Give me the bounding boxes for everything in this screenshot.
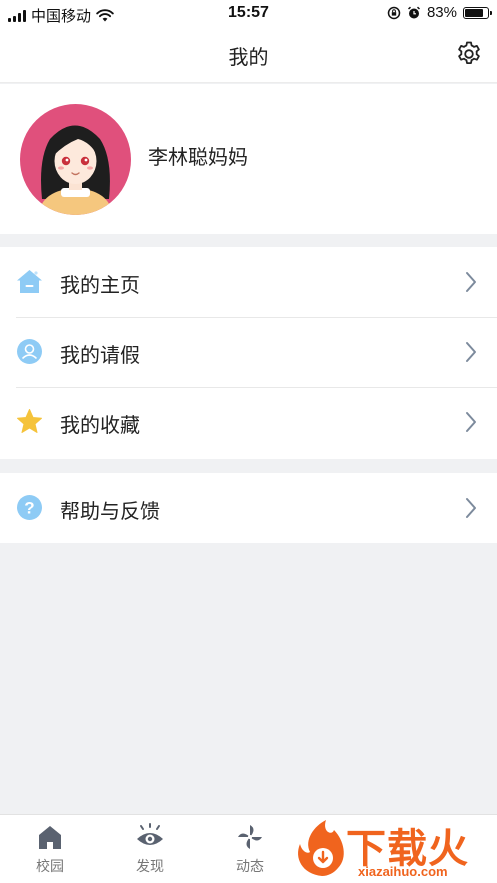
menu-label: 我的请假 <box>60 345 140 367</box>
menu-label: 帮助与反馈 <box>60 501 160 523</box>
alarm-icon <box>407 6 420 18</box>
avatar[interactable] <box>20 104 131 215</box>
campus-icon <box>39 826 61 849</box>
leave-icon <box>17 339 42 364</box>
menu-group-main: 我的主页 我的请假 我的收藏 <box>0 247 497 459</box>
menu-item-favorites[interactable]: 我的收藏 <box>0 387 497 457</box>
menu-item-homepage[interactable]: 我的主页 <box>0 247 497 317</box>
chevron-right-icon <box>466 498 476 518</box>
profile-name: 李林聪妈妈 <box>148 147 248 169</box>
tab-label: 校园 <box>36 858 64 874</box>
menu-label: 我的主页 <box>60 275 140 297</box>
tab-discover[interactable]: 发现 <box>120 823 180 876</box>
tab-label: 发现 <box>136 858 164 874</box>
page-title: 我的 <box>228 47 269 69</box>
flame-logo-icon <box>298 820 344 876</box>
menu-group-help: ? 帮助与反馈 <box>0 473 497 543</box>
menu-item-help-feedback[interactable]: ? 帮助与反馈 <box>0 473 497 543</box>
discover-eye-icon <box>137 823 163 845</box>
menu-label: 我的收藏 <box>60 415 140 437</box>
battery-percent: 83% <box>426 4 457 21</box>
chevron-right-icon <box>466 272 476 292</box>
menu-item-leave[interactable]: 我的请假 <box>0 317 497 387</box>
battery-icon <box>463 6 492 19</box>
profile-card[interactable]: 李林聪妈妈 <box>0 84 497 234</box>
star-icon <box>17 409 42 433</box>
settings-gear-icon[interactable] <box>455 40 483 68</box>
tab-campus[interactable]: 校园 <box>20 823 80 876</box>
tab-label: 动态 <box>236 858 264 874</box>
rotation-lock-icon <box>387 6 401 19</box>
chevron-right-icon <box>466 342 476 362</box>
svg-text:?: ? <box>24 499 34 518</box>
home-icon <box>17 270 42 293</box>
watermark-logo: 下载火 xiazaihuo.com <box>290 814 497 883</box>
watermark-url: xiazaihuo.com <box>358 864 448 879</box>
tab-moments[interactable]: 动态 <box>220 823 280 876</box>
status-bar: 中国移动 15:57 83% <box>0 0 497 28</box>
status-right: 83% <box>387 4 492 21</box>
nav-bar: 我的 <box>0 28 497 83</box>
help-icon: ? <box>17 495 42 520</box>
pinwheel-icon <box>238 825 262 849</box>
chevron-right-icon <box>466 412 476 432</box>
girl-avatar-illustration <box>38 125 113 215</box>
